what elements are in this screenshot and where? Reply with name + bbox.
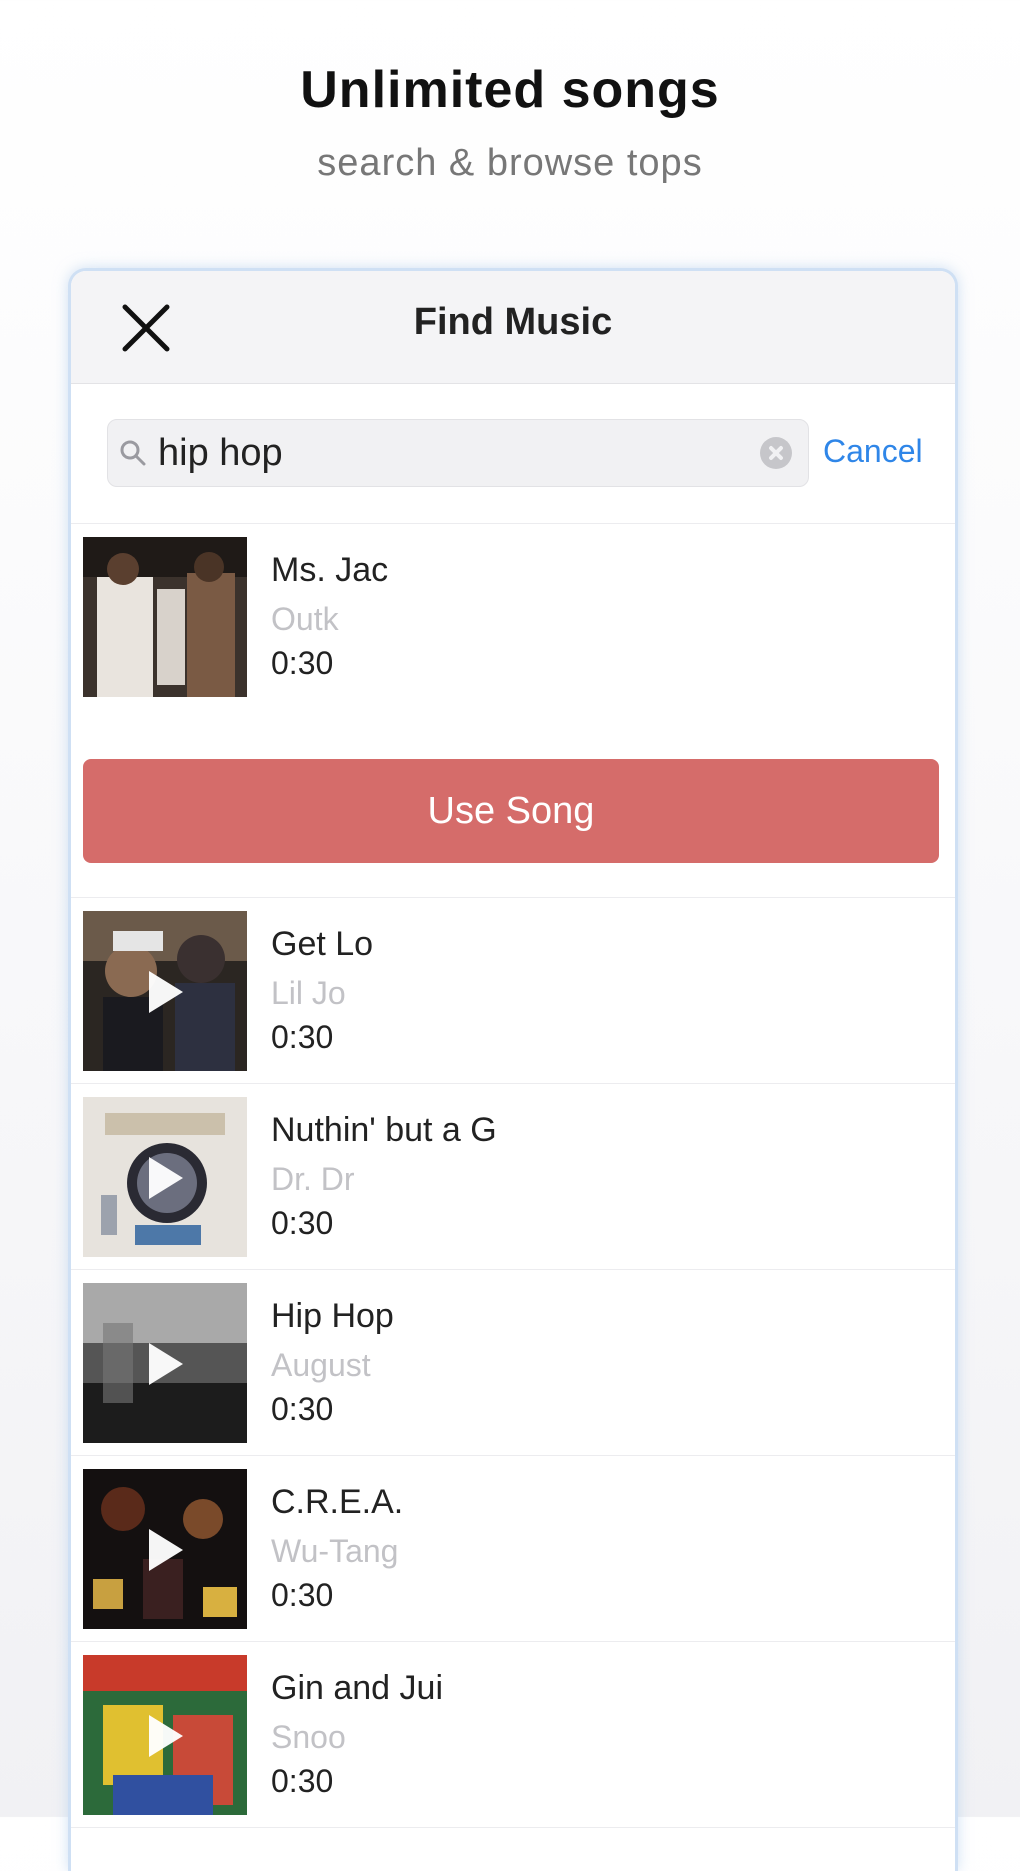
track-duration: 0:30 xyxy=(271,1577,334,1613)
album-cover xyxy=(83,1097,247,1257)
track-title: Hip Hop xyxy=(271,1297,394,1335)
play-icon[interactable] xyxy=(149,971,183,1013)
track-artist: Outk xyxy=(271,601,339,637)
phone-frame: Find Music Cancel xyxy=(68,268,958,1871)
track-duration: 0:30 xyxy=(271,645,334,681)
play-icon[interactable] xyxy=(149,1343,183,1385)
search-input[interactable] xyxy=(158,428,738,478)
track-duration: 0:30 xyxy=(271,1205,334,1241)
album-cover xyxy=(83,911,247,1071)
track-title: Get Lo xyxy=(271,925,374,963)
list-item[interactable]: Get Lo Lil Jo 0:30 xyxy=(71,897,955,1084)
clear-icon[interactable] xyxy=(760,437,792,469)
list-item[interactable]: Gin and Jui Snoo 0:30 xyxy=(71,1641,955,1828)
track-title: Ms. Jac xyxy=(271,551,389,589)
navigation-bar: Find Music xyxy=(71,271,955,384)
album-cover xyxy=(83,1655,247,1815)
track-title: Nuthin' but a G xyxy=(271,1111,497,1149)
track-artist: Snoo xyxy=(271,1719,346,1755)
hero-subtitle: search & browse tops xyxy=(317,142,703,184)
play-icon[interactable] xyxy=(149,1157,183,1199)
selected-track: Ms. Jac Outk 0:30 Use Song xyxy=(71,523,955,898)
list-item[interactable]: Nuthin' but a G Dr. Dr 0:30 xyxy=(71,1083,955,1270)
track-artist: Wu-Tang xyxy=(271,1533,399,1569)
album-cover xyxy=(83,1469,247,1629)
search-icon xyxy=(120,440,146,466)
track-duration: 0:30 xyxy=(271,1763,334,1799)
track-title: Gin and Jui xyxy=(271,1669,443,1707)
album-cover xyxy=(83,537,247,697)
list-item[interactable]: Hip Hop August 0:30 xyxy=(71,1269,955,1456)
use-song-button[interactable]: Use Song xyxy=(83,759,939,863)
track-artist: Lil Jo xyxy=(271,975,346,1011)
track-artist: Dr. Dr xyxy=(271,1161,355,1197)
hero-title: Unlimited songs xyxy=(300,61,720,119)
search-field[interactable] xyxy=(107,419,809,487)
album-cover xyxy=(83,1283,247,1443)
play-icon[interactable] xyxy=(149,1715,183,1757)
track-duration: 0:30 xyxy=(271,1019,334,1055)
track-duration: 0:30 xyxy=(271,1391,334,1427)
page-title: Find Music xyxy=(413,301,613,343)
list-item[interactable]: C.R.E.A. Wu-Tang 0:30 xyxy=(71,1455,955,1642)
search-bar: Cancel xyxy=(71,383,955,524)
cancel-button[interactable]: Cancel xyxy=(823,433,923,470)
play-icon[interactable] xyxy=(149,1529,183,1571)
track-title: C.R.E.A. xyxy=(271,1483,404,1521)
list-item[interactable]: Ms. Jac Outk 0:30 xyxy=(71,523,955,709)
track-artist: August xyxy=(271,1347,371,1383)
